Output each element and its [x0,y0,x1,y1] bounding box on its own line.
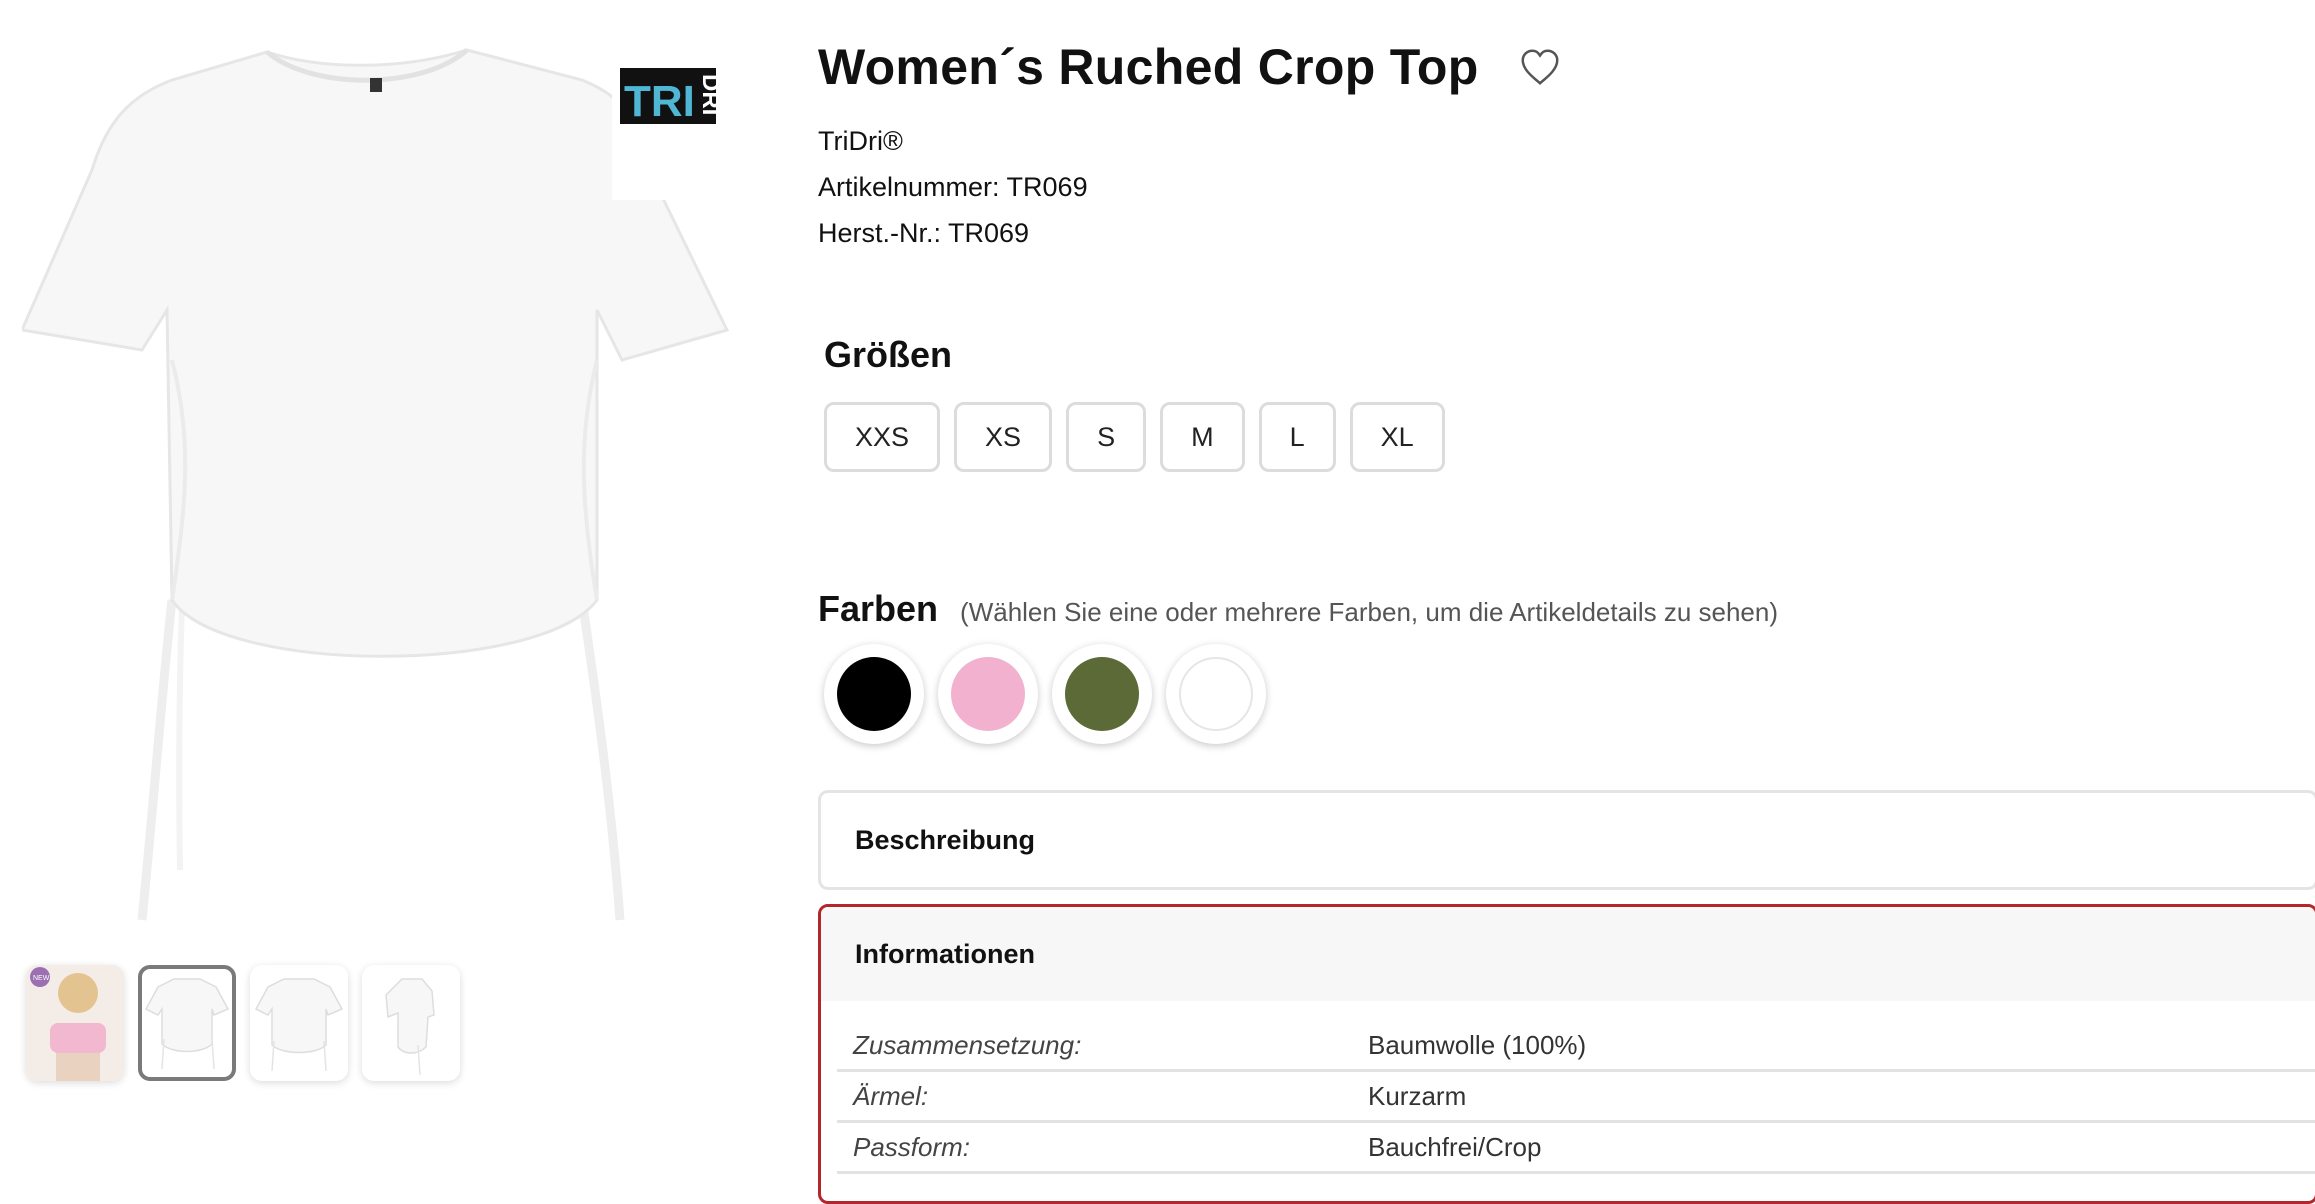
color-swatch-black[interactable] [824,644,924,744]
information-label: Informationen [855,938,1035,969]
information-header[interactable]: Informationen [821,907,2315,1001]
info-row: Ärmel: Kurzarm [837,1072,2315,1123]
thumbnail-strip: NEW [26,965,460,1081]
color-swatch-white[interactable] [1166,644,1266,744]
title-row: Women´s Ruched Crop Top [818,38,1563,96]
colors-header: Farben (Wählen Sie eine oder mehrere Far… [818,588,1778,630]
info-value: Bauchfrei/Crop [1368,1131,1542,1162]
manufacturer-number: Herst.-Nr.: TR069 [818,218,1030,248]
info-key: Passform: [853,1131,971,1162]
size-s-button[interactable]: S [1066,402,1147,472]
info-key: Zusammensetzung: [853,1029,1082,1060]
tshirt-front-image: TRI DRI [22,48,730,921]
info-value: Baumwolle (100%) [1368,1029,1587,1060]
article-number: Artikelnummer: TR069 [818,172,1088,202]
size-m-button[interactable]: M [1160,402,1245,472]
svg-text:NEW: NEW [33,975,50,982]
colors-title: Farben [818,588,939,629]
info-row: Passform: Bauchfrei/Crop [837,1123,2315,1174]
product-title: Women´s Ruched Crop Top [818,39,1479,95]
color-swatch-olive[interactable] [1052,644,1152,744]
information-table: Zusammensetzung: Baumwolle (100%) Ärmel:… [837,1021,2315,1174]
colors-hint: (Wählen Sie eine oder mehrere Farben, um… [960,597,1779,627]
tridri-logo: TRI DRI [612,68,724,200]
thumbnail-side-white[interactable] [362,965,460,1081]
information-accordion: Informationen Zusammensetzung: Baumwolle… [818,904,2315,1204]
heart-icon[interactable] [1517,44,1563,90]
swatch-fill-olive [1065,657,1139,731]
thumbnail-back-white[interactable] [250,965,348,1081]
svg-text:TRI: TRI [624,77,695,126]
sizes-title: Größen [824,334,953,375]
swatch-fill-black [837,657,911,731]
description-accordion[interactable]: Beschreibung [818,790,2315,890]
color-swatches [824,644,1266,744]
info-value: Kurzarm [1368,1080,1467,1111]
size-l-button[interactable]: L [1258,402,1336,472]
info-row: Zusammensetzung: Baumwolle (100%) [837,1021,2315,1072]
brand-name: TriDri® [818,126,903,156]
thumbnail-model-pink[interactable]: NEW [26,965,124,1081]
product-main-image[interactable]: TRI DRI [22,40,742,940]
svg-text:DRI: DRI [697,74,724,115]
description-label: Beschreibung [855,824,1036,855]
product-meta: TriDri® Artikelnummer: TR069 Herst.-Nr.:… [818,118,1088,256]
size-xl-button[interactable]: XL [1349,402,1445,472]
size-xxs-button[interactable]: XXS [824,402,941,472]
info-key: Ärmel: [853,1080,929,1111]
swatch-fill-pink [951,657,1025,731]
size-options: XXS XS S M L XL [824,402,1445,472]
color-swatch-pink[interactable] [938,644,1038,744]
swatch-fill-white [1179,657,1253,731]
thumbnail-front-white[interactable] [138,965,236,1081]
size-xs-button[interactable]: XS [954,402,1053,472]
